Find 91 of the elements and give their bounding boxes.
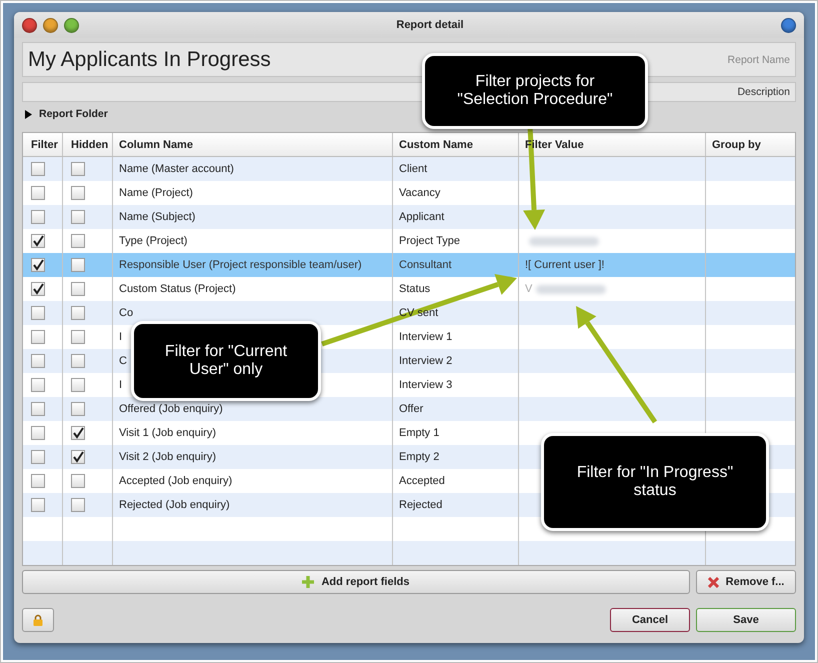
table-cell: V [525, 283, 532, 295]
checkbox[interactable] [31, 474, 45, 488]
checkbox[interactable] [71, 210, 85, 224]
checkbox[interactable] [31, 378, 45, 392]
table-cell: Custom Status (Project) [119, 283, 236, 295]
callout-tooltip: Filter for "Current User" only [131, 321, 321, 401]
table-cell: Offered (Job enquiry) [119, 403, 223, 415]
checkbox[interactable] [71, 378, 85, 392]
table-cell: Interview 1 [399, 331, 452, 343]
checkbox[interactable] [71, 162, 85, 176]
cancel-button[interactable]: Cancel [610, 608, 690, 632]
table-cell: Name (Master account) [119, 163, 234, 175]
table-cell: Responsible User (Project responsible team/user) [119, 259, 362, 271]
checkbox[interactable] [31, 234, 45, 248]
checkbox[interactable] [71, 426, 85, 440]
table-cell: Interview 2 [399, 355, 452, 367]
checkbox[interactable] [31, 450, 45, 464]
checkbox[interactable] [31, 498, 45, 512]
table-cell: ![ Current user ]! [525, 259, 604, 271]
minimize-button[interactable] [43, 18, 58, 32]
column-header[interactable]: Custom Name [393, 133, 519, 156]
checkbox[interactable] [31, 282, 45, 296]
disclosure-triangle-icon[interactable] [24, 110, 33, 118]
checkbox[interactable] [71, 282, 85, 296]
padlock-icon [33, 614, 43, 626]
table-cell: Applicant [399, 211, 444, 223]
checkbox[interactable] [31, 402, 45, 416]
callout-tooltip: Filter projects for "Selection Procedure" [422, 53, 648, 129]
checkbox[interactable] [71, 402, 85, 416]
checkbox[interactable] [71, 234, 85, 248]
table-cell: Name (Subject) [119, 211, 196, 223]
table-cell: I [119, 331, 122, 343]
checkbox[interactable] [71, 258, 85, 272]
column-header[interactable]: Column Name [113, 133, 393, 156]
table-cell: Co [119, 307, 134, 319]
checkbox[interactable] [31, 426, 45, 440]
field-label: Report Name [728, 54, 790, 66]
table-cell: Vacancy [399, 187, 440, 199]
close-icon [708, 576, 719, 588]
field-label: Description [737, 86, 790, 98]
table-cell: Accepted [399, 475, 445, 487]
table-cell: Offer [399, 403, 424, 415]
checkbox[interactable] [31, 210, 45, 224]
report-name-value: My Applicants In Progress [28, 48, 272, 72]
table-cell: I [119, 379, 122, 391]
checkbox[interactable] [31, 162, 45, 176]
table-cell: C [119, 355, 127, 367]
table-row[interactable]: Name (Subject) Applicant [23, 205, 795, 229]
table-cell: Consultant [399, 259, 452, 271]
checkbox[interactable] [31, 186, 45, 200]
table-row[interactable]: Responsible User (Project responsible team/user) Consultant ![ Current user ]! [23, 253, 795, 277]
folder-label: Report Folder [39, 108, 108, 120]
table-cell: Status [399, 283, 430, 295]
checkbox[interactable] [31, 330, 45, 344]
table-cell: Empty 1 [399, 427, 440, 439]
checkbox[interactable] [71, 450, 85, 464]
checkbox[interactable] [31, 258, 45, 272]
table-cell: Visit 1 (Job enquiry) [119, 427, 216, 439]
table-cell: Rejected (Job enquiry) [119, 499, 230, 511]
checkbox[interactable] [71, 474, 85, 488]
table-row[interactable]: Offered (Job enquiry) Offer [23, 397, 795, 421]
save-button[interactable]: Save [696, 608, 796, 632]
zoom-button[interactable] [64, 18, 79, 32]
table-cell: Empty 2 [399, 451, 440, 463]
table-cell: Visit 2 (Job enquiry) [119, 451, 216, 463]
remove-fields-button[interactable]: Remove f... [696, 570, 796, 594]
window-title: Report detail [395, 19, 465, 31]
close-button[interactable] [22, 18, 37, 32]
table-cell: Name (Project) [119, 187, 193, 199]
checkbox[interactable] [71, 354, 85, 368]
add-report-fields-button[interactable]: Add report fields [22, 570, 690, 594]
callout-tooltip: Filter for "In Progress" status [541, 433, 769, 531]
lock-button[interactable] [22, 608, 54, 632]
table-cell: Interview 3 [399, 379, 452, 391]
column-header[interactable]: Group by [706, 133, 795, 156]
checkbox[interactable] [71, 186, 85, 200]
toolbar-toggle-button[interactable] [781, 18, 796, 32]
table-cell: Type (Project) [119, 235, 188, 247]
column-header[interactable]: Hidden [63, 133, 113, 156]
column-header[interactable]: Filter [23, 133, 63, 156]
table-cell: Project Type [399, 235, 460, 247]
table-cell: Rejected [399, 499, 442, 511]
checkbox[interactable] [71, 498, 85, 512]
checkbox[interactable] [31, 306, 45, 320]
checkbox[interactable] [71, 306, 85, 320]
table-cell: Accepted (Job enquiry) [119, 475, 232, 487]
checkbox[interactable] [31, 354, 45, 368]
table-cell: Client [399, 163, 428, 175]
checkbox[interactable] [71, 330, 85, 344]
plus-icon [302, 576, 314, 588]
table-row[interactable]: Name (Master account) Client [23, 157, 795, 181]
